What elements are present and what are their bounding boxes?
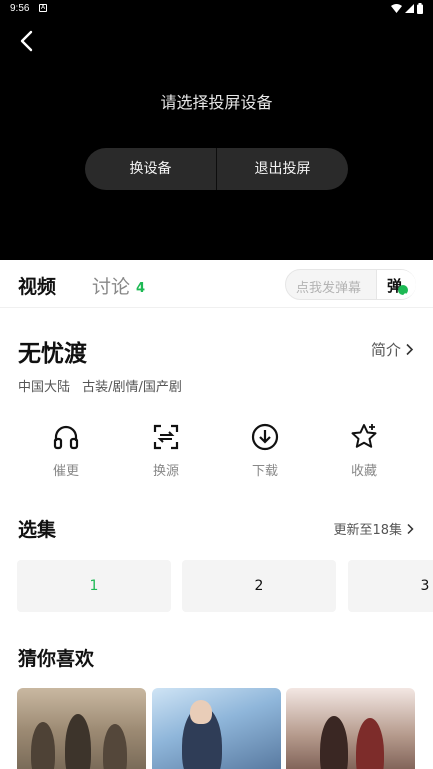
poster-figure [320,716,348,769]
back-button[interactable] [14,28,40,54]
poster-figure [103,724,127,769]
status-time: 9:56 [10,3,30,14]
danmu-toggle-button[interactable]: 弹 [376,270,416,299]
favorite-label: 收藏 [350,464,377,479]
episode-list: 1 2 3 [17,560,433,612]
status-bar: 9:56 A [0,0,433,20]
video-player[interactable]: 9:56 A 请选择投屏设备 换设备 退出投屏 [0,0,433,260]
chevron-right-icon [406,343,414,356]
signal-icon [405,4,414,13]
intro-label: 简介 [370,341,401,359]
poster-figure [65,714,91,769]
chevron-left-icon [20,30,33,52]
poster-figure [190,700,212,724]
headphones-icon [53,425,79,450]
download-icon [251,423,279,451]
danmu-input[interactable]: 点我发弹幕 [296,277,361,296]
favorite-button[interactable]: 收藏 [316,420,412,486]
tab-discuss[interactable]: 讨论 [92,272,130,299]
download-label: 下载 [251,464,278,479]
danmu-bar: 点我发弹幕 弹 [285,269,416,300]
content-tabs: 视频 讨论 4 点我发弹幕 弹 [0,260,433,308]
recommendation-poster[interactable] [152,688,281,769]
recommendation-poster[interactable] [17,688,146,769]
intro-link[interactable]: 简介 [371,339,414,360]
tab-video[interactable]: 视频 [18,272,56,299]
urge-update-label: 催更 [52,464,79,479]
recommendation-list [17,688,433,769]
switch-source-icon [153,424,179,450]
episodes-update-link[interactable]: 更新至18集 [333,519,414,538]
status-icons [391,3,423,14]
notification-icon: A [39,4,47,12]
action-row: 催更 换源 下载 收藏 [18,420,415,490]
check-badge-icon [398,285,408,298]
show-title: 无忧渡 [18,341,87,367]
battery-icon [417,3,423,14]
exit-cast-button[interactable]: 退出投屏 [217,148,348,190]
episode-item[interactable]: 2 [182,560,336,612]
episode-item[interactable]: 1 [17,560,171,612]
discuss-count-badge: 4 [136,281,146,296]
show-meta: 中国大陆 古装/剧情/国产剧 [18,376,182,395]
episode-item[interactable]: 3 [348,560,433,612]
poster-figure [31,722,55,769]
recommendation-poster[interactable] [286,688,415,769]
download-button[interactable]: 下载 [217,420,313,486]
recommendations-title: 猜你喜欢 [18,648,95,670]
switch-source-button[interactable]: 换源 [118,420,214,486]
chevron-right-icon [407,523,414,534]
cast-message: 请选择投屏设备 [160,93,273,112]
switch-device-button[interactable]: 换设备 [85,148,216,190]
show-genres: 古装/剧情/国产剧 [82,380,182,395]
switch-source-label: 换源 [152,464,179,479]
poster-figure [356,718,384,769]
cast-button-group: 换设备 退出投屏 [85,148,348,190]
episodes-update-text: 更新至18集 [333,523,402,538]
star-icon [351,424,377,448]
episodes-title: 选集 [18,519,57,541]
wifi-icon [391,4,402,13]
urge-update-button[interactable]: 催更 [18,420,114,486]
show-region: 中国大陆 [18,380,71,395]
